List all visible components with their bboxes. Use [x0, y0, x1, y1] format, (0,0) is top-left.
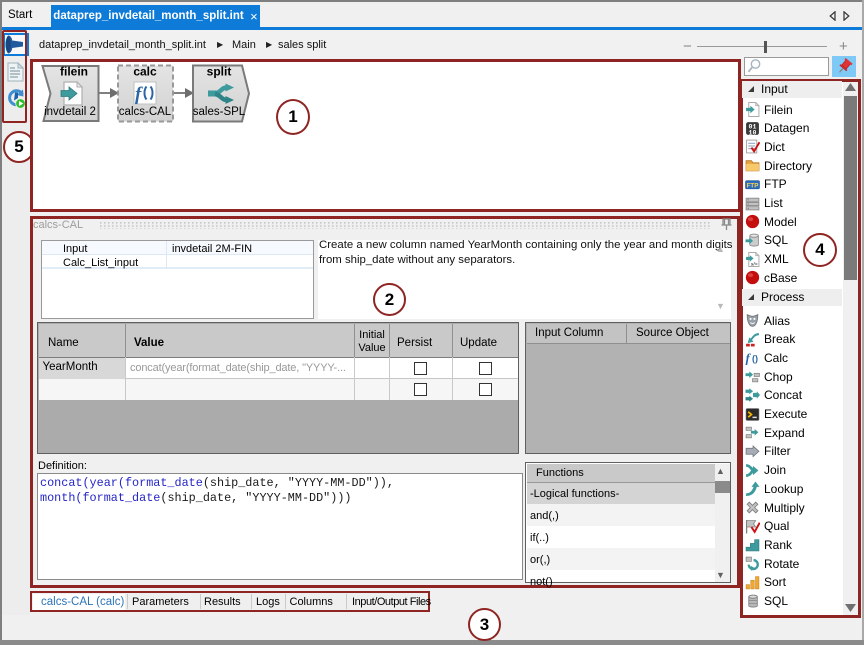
- svg-text:f: f: [746, 352, 752, 366]
- svg-text:10: 10: [749, 128, 757, 136]
- svg-text:invdetail 2: invdetail 2: [44, 106, 96, 118]
- svg-text:calc: calc: [133, 65, 157, 79]
- svg-text:s/>: s/>: [751, 261, 758, 267]
- svg-text:(): (): [752, 354, 758, 364]
- svg-text:filein: filein: [60, 65, 88, 79]
- svg-text:calcs-CAL: calcs-CAL: [119, 106, 172, 118]
- svg-text:FTP: FTP: [747, 182, 759, 189]
- svg-text:split: split: [207, 65, 232, 79]
- svg-text:sales-SPL: sales-SPL: [193, 106, 246, 118]
